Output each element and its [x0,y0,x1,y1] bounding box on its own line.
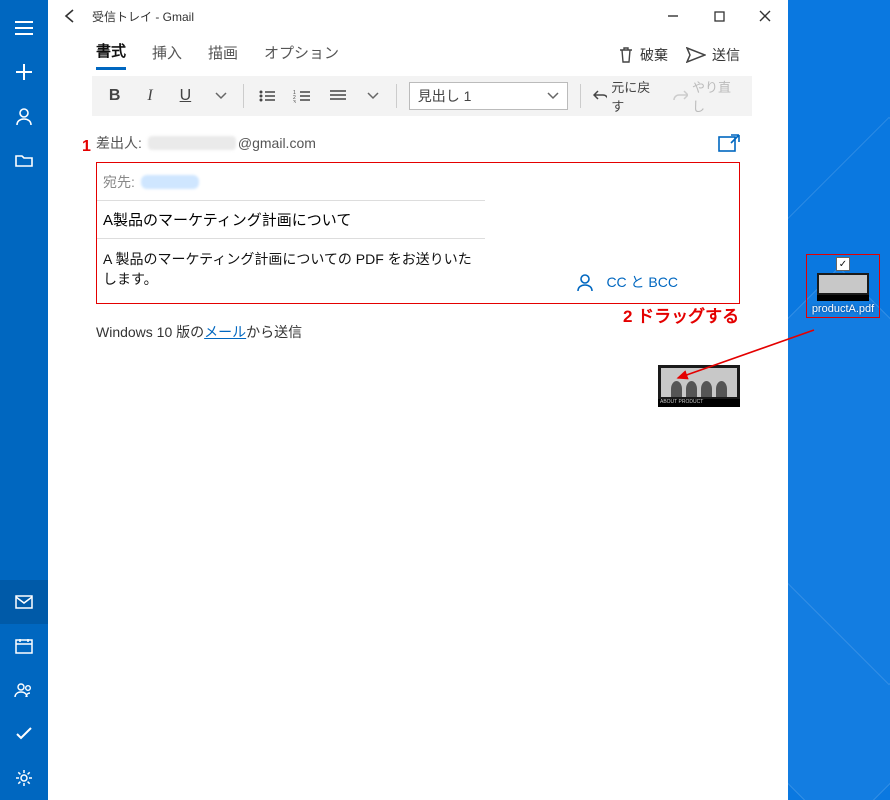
window-title: 受信トレイ - Gmail [88,8,650,25]
svg-text:3: 3 [293,100,296,103]
redo-button[interactable]: やり直し [667,78,746,114]
from-label: 差出人: [96,133,142,153]
undo-button[interactable]: 元に戻す [587,78,666,114]
file-name: productA.pdf [809,303,877,315]
subject-text: A製品のマーケティング計画について [103,209,351,230]
number-list-button[interactable]: 123 [286,78,319,114]
contact-icon[interactable] [576,273,594,291]
dragging-file-thumbnail: ABOUT PRODUCT [658,365,740,407]
style-select[interactable]: 見出し 1 [409,82,568,110]
body-text[interactable]: A 製品のマーケティング計画についての PDF をお送りいたします。 [97,239,485,303]
signature-prefix: Windows 10 版の [96,324,204,340]
discard-button[interactable]: 破棄 [618,45,668,65]
todo-icon[interactable] [0,712,48,756]
new-mail-icon[interactable] [0,50,48,94]
toolbar-separator [580,84,581,108]
annotation-marker-2: 2 ドラッグする [623,302,739,327]
underline-button[interactable]: U [169,78,202,114]
tab-draw[interactable]: 描画 [208,42,238,69]
toolbar-separator [243,84,244,108]
from-domain: @gmail.com [238,135,316,151]
redo-icon [673,89,688,103]
to-label: 宛先: [103,172,135,192]
from-row[interactable]: 差出人: @gmail.com [96,126,740,160]
annotation-marker-1: 1 [82,138,91,156]
discard-label: 破棄 [640,45,668,65]
toolbar-separator [396,84,397,108]
settings-icon[interactable] [0,756,48,800]
style-select-value: 見出し 1 [418,86,472,106]
open-in-new-window-button[interactable] [718,134,740,152]
bold-button[interactable]: B [98,78,131,114]
maximize-button[interactable] [696,0,742,32]
hamburger-icon[interactable] [0,6,48,50]
to-row[interactable]: 宛先: [97,163,485,201]
mail-icon[interactable] [0,580,48,624]
ribbon-tabs: 書式 挿入 描画 オプション 破棄 送信 [48,32,788,72]
tab-insert[interactable]: 挿入 [152,42,182,69]
people-icon[interactable] [0,668,48,712]
compose-area: 差出人: @gmail.com 宛先: A製品のマーケティング計画について A … [48,126,788,304]
desktop-file[interactable]: ✓ productA.pdf [806,254,880,318]
ccbcc-link[interactable]: CC と BCC [606,272,678,292]
font-more-button[interactable] [204,78,237,114]
send-button[interactable]: 送信 [686,45,740,65]
send-icon [686,47,706,63]
redo-label: やり直し [692,77,740,115]
align-button[interactable] [321,78,354,114]
close-button[interactable] [742,0,788,32]
format-toolbar: B I U 123 見出し 1 元に戻す やり直し [92,76,752,116]
to-redacted [141,175,199,189]
minimize-button[interactable] [650,0,696,32]
signature-suffix: から送信 [246,324,302,340]
calendar-icon[interactable] [0,624,48,668]
tab-format[interactable]: 書式 [96,40,126,70]
tab-options[interactable]: オプション [264,42,339,69]
file-thumbnail [817,273,869,301]
file-checkbox[interactable]: ✓ [836,257,850,271]
accounts-icon[interactable] [0,94,48,138]
undo-icon [593,89,608,103]
mail-compose-window: 受信トレイ - Gmail 書式 挿入 描画 オプション 破棄 送信 B I U… [48,0,788,800]
popout-icon [718,134,740,152]
window-titlebar: 受信トレイ - Gmail [48,0,788,32]
chevron-down-icon [547,92,559,100]
undo-label: 元に戻す [611,77,659,115]
bullet-list-button[interactable] [250,78,283,114]
from-redacted [148,136,236,150]
signature-link[interactable]: メール [204,324,246,340]
send-label: 送信 [712,45,740,65]
folders-icon[interactable] [0,138,48,182]
italic-button[interactable]: I [133,78,166,114]
back-button[interactable] [52,8,88,24]
para-more-button[interactable] [356,78,389,114]
trash-icon [618,46,634,64]
cc-bcc-row: CC と BCC [576,272,678,292]
subject-row[interactable]: A製品のマーケティング計画について [97,201,485,239]
mail-nav-strip [0,0,48,800]
